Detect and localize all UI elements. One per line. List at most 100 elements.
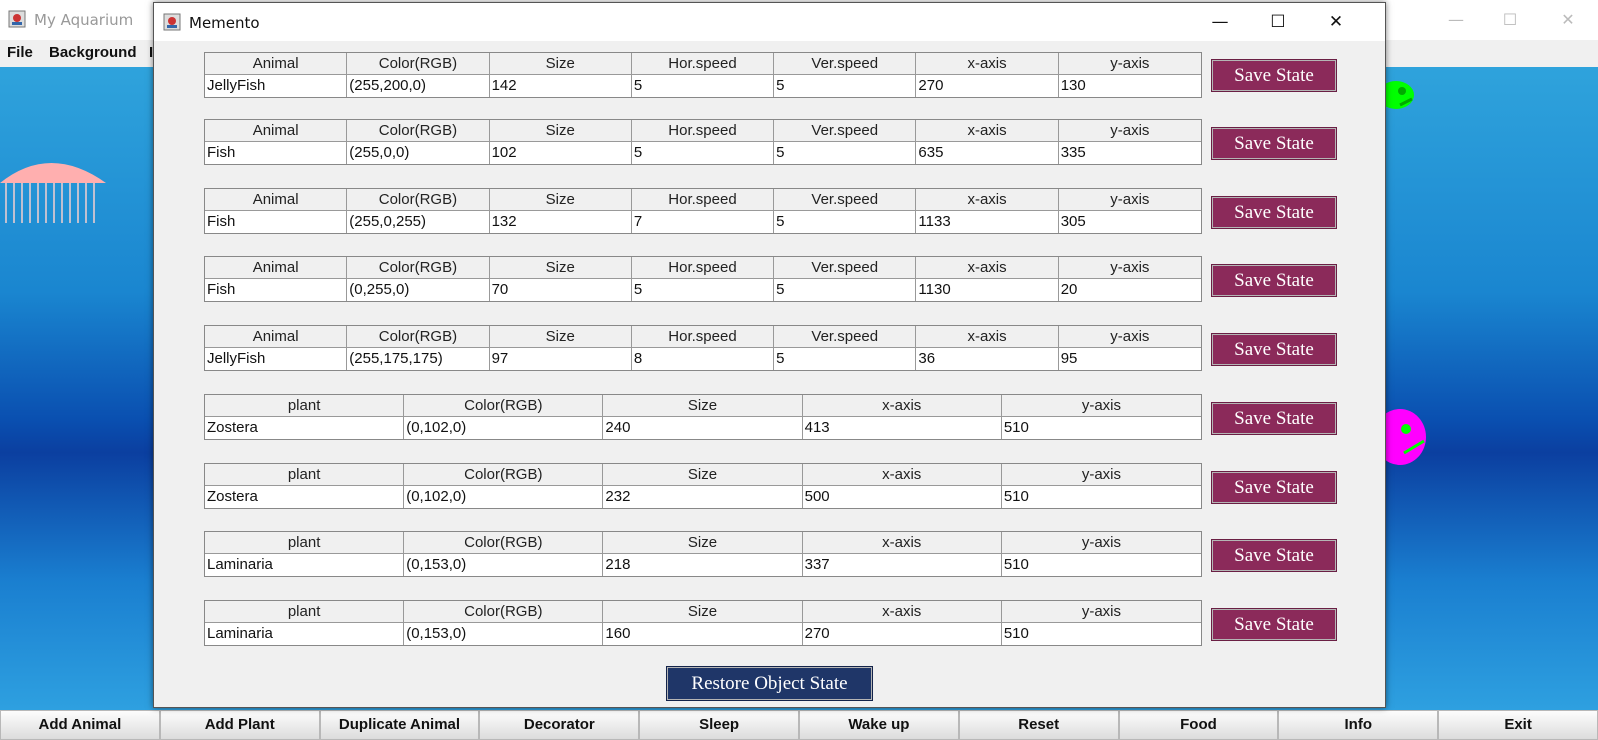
minimize-icon[interactable]: — <box>1200 8 1240 36</box>
maximize-icon[interactable]: ☐ <box>1258 8 1298 36</box>
table-cell[interactable]: 142 <box>489 75 632 97</box>
table-cell[interactable]: 232 <box>603 486 803 508</box>
table-cell[interactable]: 240 <box>603 417 803 439</box>
save-state-button[interactable]: Save State <box>1211 264 1337 297</box>
column-header: Hor.speed <box>631 326 775 348</box>
column-header: Size <box>489 53 632 75</box>
column-header: plant <box>205 532 405 554</box>
table-row[interactable]: Fish (255,0,255) 132 7 5 1133 305 <box>205 211 1201 233</box>
table-cell[interactable]: Fish <box>205 279 348 301</box>
table-cell[interactable]: 8 <box>631 348 775 370</box>
table-cell[interactable]: 510 <box>1001 417 1202 439</box>
memento-dialog: Memento — ☐ ✕ Animal Color(RGB) Size Hor… <box>153 2 1386 708</box>
table-cell[interactable]: 132 <box>489 211 632 233</box>
close-icon[interactable]: ✕ <box>1554 6 1582 34</box>
reset-button[interactable]: Reset <box>958 710 1119 740</box>
close-icon[interactable]: ✕ <box>1316 8 1356 36</box>
table-cell[interactable]: JellyFish <box>205 75 348 97</box>
table-cell[interactable]: (0,102,0) <box>404 486 604 508</box>
table-cell[interactable]: (0,102,0) <box>404 417 604 439</box>
table-cell[interactable]: (255,0,0) <box>347 142 490 164</box>
table-cell[interactable]: 5 <box>774 279 917 301</box>
food-button[interactable]: Food <box>1118 710 1279 740</box>
table-cell[interactable]: 160 <box>603 623 803 645</box>
menu-background[interactable]: Background <box>49 44 137 61</box>
table-cell[interactable]: Fish <box>205 211 348 233</box>
table-cell[interactable]: 36 <box>916 348 1059 370</box>
decorator-button[interactable]: Decorator <box>479 710 640 740</box>
table-cell[interactable]: 102 <box>489 142 632 164</box>
table-cell[interactable]: Laminaria <box>205 623 405 645</box>
table-row[interactable]: Fish (0,255,0) 70 5 5 1130 20 <box>205 279 1201 301</box>
table-row[interactable]: JellyFish (255,200,0) 142 5 5 270 130 <box>205 75 1201 97</box>
table-cell[interactable]: (255,200,0) <box>347 75 490 97</box>
table-cell[interactable]: 130 <box>1058 75 1201 97</box>
table-cell[interactable]: Fish <box>205 142 348 164</box>
maximize-icon[interactable]: ☐ <box>1496 6 1524 34</box>
table-cell[interactable]: 500 <box>802 486 1002 508</box>
table-cell[interactable]: Zostera <box>205 417 405 439</box>
table-cell[interactable]: 270 <box>916 75 1059 97</box>
restore-object-state-button[interactable]: Restore Object State <box>666 666 873 701</box>
table-cell[interactable]: 218 <box>603 554 803 576</box>
table-cell[interactable]: 97 <box>489 348 632 370</box>
save-state-button[interactable]: Save State <box>1211 333 1337 366</box>
wake-up-button[interactable]: Wake up <box>798 710 959 740</box>
table-cell[interactable]: 510 <box>1001 486 1202 508</box>
table-cell[interactable]: 70 <box>489 279 632 301</box>
table-cell[interactable]: 270 <box>802 623 1002 645</box>
table-cell[interactable]: 337 <box>802 554 1002 576</box>
save-state-button[interactable]: Save State <box>1211 127 1337 160</box>
table-cell[interactable]: (255,175,175) <box>347 348 490 370</box>
table-cell[interactable]: 7 <box>631 211 775 233</box>
table-cell[interactable]: 5 <box>774 348 917 370</box>
table-cell[interactable]: (0,153,0) <box>404 623 604 645</box>
table-cell[interactable]: 1130 <box>916 279 1059 301</box>
table-cell[interactable]: (255,0,255) <box>347 211 490 233</box>
table-cell[interactable]: 5 <box>774 211 917 233</box>
table-cell[interactable]: 413 <box>802 417 1002 439</box>
save-state-button[interactable]: Save State <box>1211 539 1337 572</box>
column-header: Color(RGB) <box>404 464 604 486</box>
table-cell[interactable]: 5 <box>631 279 775 301</box>
table-cell[interactable]: (0,153,0) <box>404 554 604 576</box>
info-button[interactable]: Info <box>1278 710 1439 740</box>
table-cell[interactable]: Zostera <box>205 486 405 508</box>
table-row[interactable]: Fish (255,0,0) 102 5 5 635 335 <box>205 142 1201 164</box>
duplicate-animal-button[interactable]: Duplicate Animal <box>319 710 480 740</box>
table-row[interactable]: Laminaria (0,153,0) 218 337 510 <box>205 554 1202 576</box>
sleep-button[interactable]: Sleep <box>639 710 799 740</box>
table-row[interactable]: Zostera (0,102,0) 232 500 510 <box>205 486 1202 508</box>
save-state-button[interactable]: Save State <box>1211 402 1337 435</box>
table-cell[interactable]: 1133 <box>916 211 1059 233</box>
table-cell[interactable]: 95 <box>1058 348 1201 370</box>
table-cell[interactable]: JellyFish <box>205 348 348 370</box>
save-state-button[interactable]: Save State <box>1211 608 1337 641</box>
menu-file[interactable]: File <box>7 44 33 61</box>
table-cell[interactable]: 305 <box>1058 211 1201 233</box>
table-cell[interactable]: Laminaria <box>205 554 405 576</box>
table-cell[interactable]: 510 <box>1001 554 1202 576</box>
table-row[interactable]: Zostera (0,102,0) 240 413 510 <box>205 417 1202 439</box>
table-cell[interactable]: 5 <box>631 75 775 97</box>
table-cell[interactable]: 5 <box>774 75 917 97</box>
table-cell[interactable]: 510 <box>1001 623 1202 645</box>
table-cell[interactable]: 335 <box>1058 142 1201 164</box>
table-cell[interactable]: 5 <box>631 142 775 164</box>
dialog-titlebar: Memento — ☐ ✕ <box>154 3 1385 41</box>
save-state-button[interactable]: Save State <box>1211 196 1337 229</box>
exit-button[interactable]: Exit <box>1438 710 1598 740</box>
table-cell[interactable]: (0,255,0) <box>347 279 490 301</box>
table-cell[interactable]: 20 <box>1058 279 1201 301</box>
table-row[interactable]: Laminaria (0,153,0) 160 270 510 <box>205 623 1202 645</box>
save-state-button[interactable]: Save State <box>1211 59 1337 92</box>
add-plant-button[interactable]: Add Plant <box>159 710 320 740</box>
column-header: Hor.speed <box>631 53 775 75</box>
column-header: Color(RGB) <box>404 532 604 554</box>
table-cell[interactable]: 5 <box>774 142 917 164</box>
save-state-button[interactable]: Save State <box>1211 471 1337 504</box>
table-row[interactable]: JellyFish (255,175,175) 97 8 5 36 95 <box>205 348 1201 370</box>
add-animal-button[interactable]: Add Animal <box>0 710 160 740</box>
table-cell[interactable]: 635 <box>916 142 1059 164</box>
minimize-icon[interactable]: — <box>1442 6 1470 34</box>
